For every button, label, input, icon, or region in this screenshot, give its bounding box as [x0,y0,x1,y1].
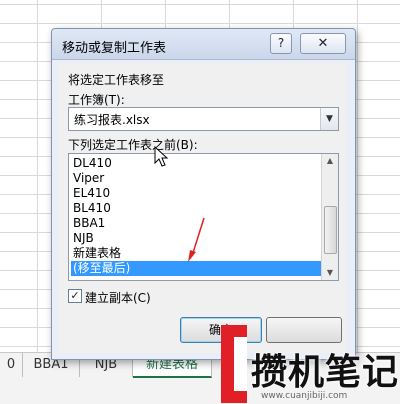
list-item[interactable]: 新建表格 [71,246,321,261]
workbook-label: 工作簿(T): [68,93,125,107]
watermark-logo-icon [221,325,247,403]
scroll-thumb[interactable] [324,206,337,254]
dialog-title: 移动或复制工作表 [62,41,167,56]
chevron-down-icon[interactable]: ▼ [320,108,338,130]
sheet-listbox[interactable]: DL410 Viper EL410 BL410 BBA1 NJB 新建表格 (移… [68,153,339,281]
list-item[interactable]: BL410 [71,201,321,216]
scroll-up-icon[interactable]: ▲ [322,154,338,168]
move-to-label: 将选定工作表移至 [68,73,165,87]
list-item[interactable]: BBA1 [71,216,321,231]
list-item[interactable]: NJB [71,231,321,246]
watermark-url: www.cuanjibiji.com [261,391,348,401]
move-copy-dialog: 移动或复制工作表 ? ✕ 将选定工作表移至 工作簿(T): 练习报表.xlsx … [51,28,356,360]
workbook-select[interactable]: 练习报表.xlsx ▼ [68,107,339,131]
before-sheet-label: 下列选定工作表之前(B): [68,138,198,152]
close-button[interactable]: ✕ [300,33,346,54]
scroll-down-icon[interactable]: ▼ [322,266,338,280]
help-button[interactable]: ? [270,33,292,54]
watermark: 攒机笔记 www.cuanjibiji.com [221,325,400,403]
list-scrollbar[interactable]: ▲ ▼ [321,154,338,280]
list-item[interactable]: DL410 [71,156,321,171]
watermark-text: 攒机笔记 [251,352,400,393]
create-copy-checkbox[interactable]: ✓ [68,289,82,303]
create-copy-label: 建立副本(C) [85,291,151,305]
dialog-titlebar[interactable]: 移动或复制工作表 ? ✕ [52,29,355,60]
list-item[interactable]: EL410 [71,186,321,201]
dialog-body: 将选定工作表移至 工作簿(T): 练习报表.xlsx ▼ 下列选定工作表之前(B… [59,63,346,353]
list-item[interactable]: Viper [71,171,321,186]
workbook-select-value: 练习报表.xlsx [74,113,150,127]
sheet-tab-0[interactable]: 0 [0,353,23,377]
list-item-selected[interactable]: (移至最后) [71,261,321,276]
